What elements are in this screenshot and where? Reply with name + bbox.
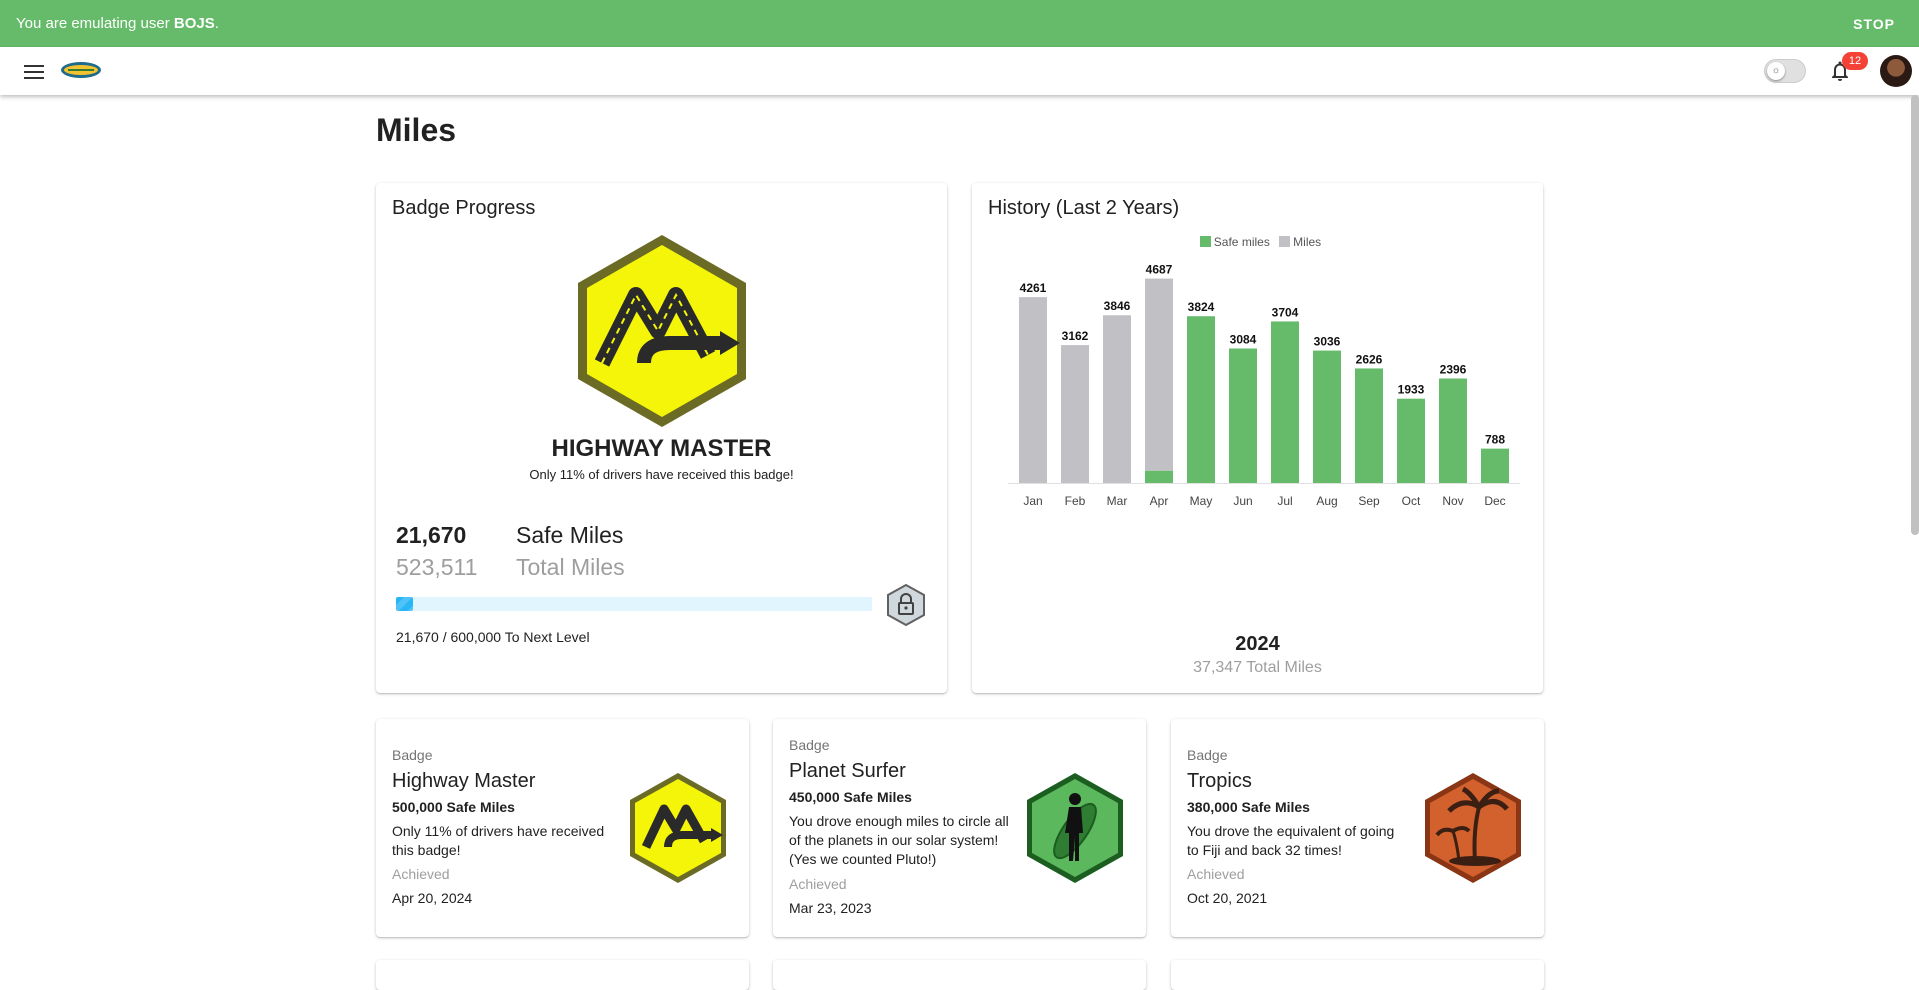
total-miles-value: 523,511 bbox=[396, 554, 478, 580]
history-bar-chart: 4261 Jan 3162 Feb 3846 Mar 4687 Apr 3824 May 3084 J… bbox=[1008, 263, 1520, 508]
badge-card-achieved-label: Achieved bbox=[392, 866, 450, 882]
badge-progress-title: Badge Progress bbox=[392, 197, 536, 219]
badge-card-date: Mar 23, 2023 bbox=[789, 900, 872, 916]
year-total-miles: 37,347 Total Miles bbox=[1193, 659, 1322, 676]
stop-emulation-button[interactable]: STOP bbox=[1853, 16, 1895, 32]
theme-toggle[interactable]: ☼ bbox=[1764, 59, 1806, 83]
safe-miles-bar[interactable] bbox=[1355, 368, 1383, 483]
badge-card-description: Only 11% of drivers have received this b… bbox=[392, 823, 605, 858]
emulation-banner: You are emulating user BOJS. STOP bbox=[0, 0, 1919, 47]
history-card: History (Last 2 Years) Safe miles Miles … bbox=[972, 183, 1543, 693]
history-title: History (Last 2 Years) bbox=[988, 197, 1180, 219]
safe-miles-label: Safe Miles bbox=[516, 522, 624, 548]
bar-value-label: 3824 bbox=[1188, 300, 1215, 314]
surfer-icon bbox=[1027, 773, 1123, 883]
miles-bar[interactable] bbox=[1103, 315, 1131, 483]
badge-card-requirement: 380,000 Safe Miles bbox=[1187, 799, 1310, 815]
bar-value-label: 3846 bbox=[1104, 299, 1131, 313]
sun-icon: ☼ bbox=[1767, 62, 1785, 80]
progress-bar-fill bbox=[396, 597, 414, 611]
badge-card-tropics[interactable]: Badge Tropics 380,000 Safe Miles You dro… bbox=[1171, 719, 1544, 937]
badge-card-label: Badge bbox=[1187, 747, 1228, 763]
badge-card-partial bbox=[376, 960, 749, 990]
safe-miles-value: 21,670 bbox=[396, 522, 467, 548]
badge-card-name: Highway Master bbox=[392, 770, 536, 792]
bar-value-label: 3036 bbox=[1314, 335, 1341, 349]
palm-tree-icon bbox=[1425, 773, 1521, 883]
safe-miles-bar[interactable] bbox=[1271, 321, 1299, 483]
safe-miles-bar[interactable] bbox=[1145, 470, 1173, 483]
progress-bar bbox=[396, 597, 872, 611]
locked-badge-icon bbox=[887, 583, 925, 627]
x-tick-label: Aug bbox=[1316, 494, 1337, 508]
x-tick-label: Jul bbox=[1277, 494, 1292, 508]
badge-card-name: Tropics bbox=[1187, 770, 1252, 792]
badge-card-highway-master[interactable]: Badge Highway Master 500,000 Safe Miles … bbox=[376, 719, 749, 937]
highway-icon bbox=[630, 773, 726, 883]
badge-card-label: Badge bbox=[392, 747, 433, 763]
notification-count-badge: 12 bbox=[1842, 52, 1868, 70]
badge-card-date: Apr 20, 2024 bbox=[392, 890, 473, 906]
legend-safe-miles[interactable]: Safe miles bbox=[1194, 235, 1270, 249]
page-title: Miles bbox=[376, 112, 457, 148]
badge-card-date: Oct 20, 2021 bbox=[1187, 890, 1268, 906]
badge-card-description: You drove enough miles to circle all of … bbox=[789, 813, 1009, 867]
safe-miles-bar[interactable] bbox=[1187, 316, 1215, 483]
x-tick-label: Nov bbox=[1442, 494, 1463, 508]
bar-value-label: 2626 bbox=[1356, 352, 1383, 366]
x-tick-label: May bbox=[1190, 494, 1213, 508]
bar-value-label: 2396 bbox=[1440, 362, 1467, 376]
emulated-user: BOJS bbox=[173, 15, 215, 32]
badge-progress-card: Badge Progress HIGHWAY MASTER Only 11% o… bbox=[376, 183, 947, 693]
badge-card-partial bbox=[1171, 960, 1544, 990]
x-tick-label: Jun bbox=[1233, 494, 1252, 508]
badge-card-requirement: 500,000 Safe Miles bbox=[392, 799, 515, 815]
x-tick-label: Sep bbox=[1358, 494, 1380, 508]
highway-master-badge-icon bbox=[578, 235, 746, 427]
x-tick-label: Jan bbox=[1023, 494, 1042, 508]
badge-card-partial bbox=[773, 960, 1146, 990]
bar-value-label: 3704 bbox=[1272, 305, 1299, 319]
bar-value-label: 3162 bbox=[1062, 329, 1089, 343]
app-header: ☼ 12 bbox=[0, 47, 1919, 95]
safe-miles-bar[interactable] bbox=[1397, 398, 1425, 483]
page-scrollbar[interactable] bbox=[1911, 95, 1919, 535]
x-tick-label: Apr bbox=[1150, 494, 1169, 508]
chart-year: 2024 bbox=[1235, 633, 1280, 655]
badge-card-achieved-label: Achieved bbox=[1187, 866, 1245, 882]
safe-miles-bar[interactable] bbox=[1481, 448, 1509, 483]
safe-miles-bar[interactable] bbox=[1313, 350, 1341, 483]
miles-bar[interactable] bbox=[1145, 278, 1173, 471]
bar-value-label: 3084 bbox=[1230, 332, 1257, 346]
safe-miles-bar[interactable] bbox=[1439, 378, 1467, 483]
x-tick-label: Dec bbox=[1484, 494, 1505, 508]
app-logo[interactable] bbox=[60, 60, 102, 80]
x-tick-label: Mar bbox=[1107, 494, 1128, 508]
x-tick-label: Feb bbox=[1065, 494, 1086, 508]
total-miles-label: Total Miles bbox=[516, 554, 625, 580]
menu-icon[interactable] bbox=[22, 61, 46, 81]
chart-legend: Safe miles Miles bbox=[972, 235, 1543, 249]
badge-card-requirement: 450,000 Safe Miles bbox=[789, 789, 912, 805]
badge-card-achieved-label: Achieved bbox=[789, 876, 847, 892]
bar-value-label: 1933 bbox=[1398, 383, 1425, 397]
miles-bar[interactable] bbox=[1019, 297, 1047, 483]
badge-card-label: Badge bbox=[789, 737, 830, 753]
badge-subtitle: Only 11% of drivers have received this b… bbox=[529, 467, 794, 482]
badge-card-name: Planet Surfer bbox=[789, 760, 906, 782]
user-avatar[interactable] bbox=[1880, 55, 1912, 87]
x-tick-label: Oct bbox=[1402, 494, 1421, 508]
badge-card-description: You drove the equivalent of going to Fij… bbox=[1187, 823, 1395, 858]
badge-card-planet-surfer[interactable]: Badge Planet Surfer 450,000 Safe Miles Y… bbox=[773, 719, 1146, 937]
next-level-text: 21,670 / 600,000 To Next Level bbox=[396, 629, 590, 645]
bar-value-label: 4261 bbox=[1020, 281, 1047, 295]
emulation-message: You are emulating user BOJS. bbox=[16, 15, 219, 32]
bar-value-label: 788 bbox=[1485, 433, 1505, 447]
safe-miles-bar[interactable] bbox=[1229, 348, 1257, 483]
badge-name: HIGHWAY MASTER bbox=[551, 435, 772, 462]
miles-bar[interactable] bbox=[1061, 345, 1089, 483]
bar-value-label: 4687 bbox=[1146, 263, 1173, 277]
legend-miles[interactable]: Miles bbox=[1273, 235, 1321, 249]
